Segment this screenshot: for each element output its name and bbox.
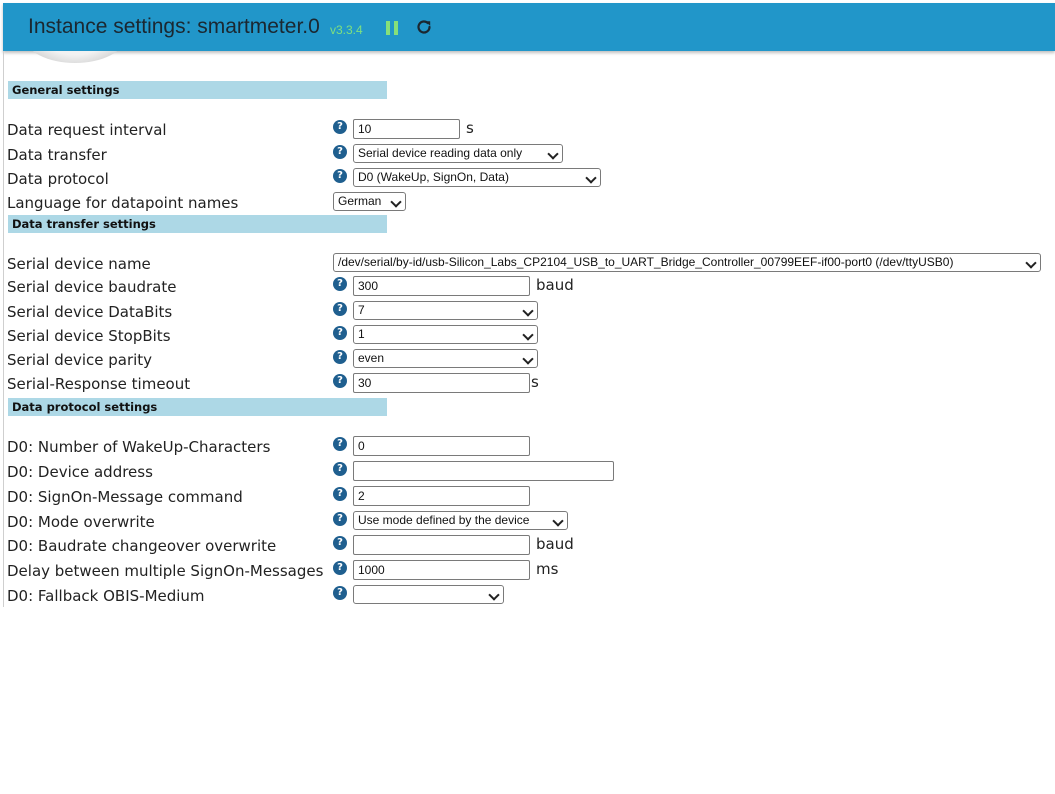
- label-device-address: D0: Device address: [7, 463, 153, 481]
- row-serial-stopbits: Serial device StopBits ? 1: [0, 325, 1055, 347]
- adapter-logo: [3, 51, 157, 65]
- row-data-transfer: Data transfer ? Serial device reading da…: [0, 144, 1055, 166]
- label-data-transfer: Data transfer: [7, 146, 107, 164]
- help-icon[interactable]: ?: [333, 586, 347, 600]
- label-fallback-medium: D0: Fallback OBIS-Medium: [7, 587, 205, 605]
- signon-delay-input[interactable]: 1000: [353, 560, 530, 580]
- label-data-protocol: Data protocol: [7, 170, 109, 188]
- fallback-medium-select[interactable]: [353, 585, 504, 604]
- row-serial-baudrate: Serial device baudrate ? 300 baud: [0, 276, 1055, 298]
- data-request-interval-input[interactable]: 10: [353, 119, 460, 139]
- row-wakeup-characters: D0: Number of WakeUp-Characters ? 0: [0, 436, 1055, 458]
- help-icon[interactable]: ?: [333, 437, 347, 451]
- row-baudrate-changeover: D0: Baudrate changeover overwrite ? baud: [0, 535, 1055, 557]
- label-mode-overwrite: D0: Mode overwrite: [7, 513, 155, 531]
- select-value: Serial device reading data only: [358, 146, 523, 160]
- chevron-down-icon: [390, 196, 402, 208]
- label-serial-databits: Serial device DataBits: [7, 303, 173, 321]
- pause-icon[interactable]: [384, 20, 400, 36]
- chevron-down-icon: [522, 305, 534, 317]
- label-serial-stopbits: Serial device StopBits: [7, 327, 171, 345]
- label-signon-command: D0: SignOn-Message command: [7, 488, 243, 506]
- page-title: Instance settings: smartmeter.0: [28, 15, 320, 38]
- row-signon-delay: Delay between multiple SignOn-Messages ?…: [0, 560, 1055, 582]
- select-value: Use mode defined by the device: [358, 513, 530, 527]
- help-icon[interactable]: ?: [333, 169, 347, 183]
- serial-timeout-input[interactable]: 30: [353, 373, 530, 393]
- section-general-settings: General settings: [8, 81, 387, 99]
- serial-parity-select[interactable]: even: [353, 349, 538, 368]
- row-serial-timeout: Serial-Response timeout ? 30 s: [0, 373, 1055, 395]
- row-mode-overwrite: D0: Mode overwrite ? Use mode defined by…: [0, 511, 1055, 533]
- unit-seconds: s: [466, 119, 474, 137]
- row-serial-device-name: Serial device name /dev/serial/by-id/usb…: [0, 253, 1055, 275]
- version-badge: v3.3.4: [330, 23, 363, 37]
- unit-seconds: s: [531, 373, 539, 391]
- help-icon[interactable]: ?: [333, 277, 347, 291]
- help-icon[interactable]: ?: [333, 462, 347, 476]
- row-language: Language for datapoint names German: [0, 192, 1055, 214]
- label-baudrate-changeover: D0: Baudrate changeover overwrite: [7, 537, 277, 555]
- row-data-request-interval: Data request interval ? 10 s: [0, 119, 1055, 141]
- unit-baud: baud: [536, 535, 574, 553]
- row-serial-parity: Serial device parity ? even: [0, 349, 1055, 371]
- select-value: German: [338, 194, 382, 208]
- chevron-down-icon: [547, 148, 559, 160]
- help-icon[interactable]: ?: [333, 350, 347, 364]
- row-fallback-medium: D0: Fallback OBIS-Medium ?: [0, 585, 1055, 607]
- select-value: 7: [358, 303, 365, 317]
- help-icon[interactable]: ?: [333, 145, 347, 159]
- data-transfer-select[interactable]: Serial device reading data only: [353, 144, 563, 163]
- chevron-down-icon: [552, 515, 564, 527]
- chevron-down-icon: [522, 329, 534, 341]
- select-value: 1: [358, 327, 365, 341]
- reload-icon[interactable]: [414, 17, 434, 37]
- label-serial-device-name: Serial device name: [7, 255, 151, 273]
- help-icon[interactable]: ?: [333, 326, 347, 340]
- serial-baudrate-input[interactable]: 300: [353, 276, 530, 296]
- label-language: Language for datapoint names: [7, 194, 239, 212]
- label-serial-timeout: Serial-Response timeout: [7, 375, 191, 393]
- mode-overwrite-select[interactable]: Use mode defined by the device: [353, 511, 568, 530]
- label-serial-parity: Serial device parity: [7, 351, 153, 369]
- help-icon[interactable]: ?: [333, 302, 347, 316]
- select-value: even: [358, 351, 385, 365]
- wakeup-characters-input[interactable]: 0: [353, 436, 530, 456]
- language-select[interactable]: German: [333, 192, 406, 211]
- row-serial-databits: Serial device DataBits ? 7: [0, 301, 1055, 323]
- row-device-address: D0: Device address ?: [0, 461, 1055, 483]
- signon-command-input[interactable]: 2: [353, 486, 530, 506]
- help-icon[interactable]: ?: [333, 374, 347, 388]
- unit-baud: baud: [536, 276, 574, 294]
- serial-stopbits-select[interactable]: 1: [353, 325, 538, 344]
- help-icon[interactable]: ?: [333, 536, 347, 550]
- serial-device-name-select[interactable]: /dev/serial/by-id/usb-Silicon_Labs_CP210…: [333, 253, 1041, 272]
- select-value: /dev/serial/by-id/usb-Silicon_Labs_CP210…: [338, 255, 954, 269]
- label-wakeup-characters: D0: Number of WakeUp-Characters: [7, 438, 271, 456]
- help-icon[interactable]: ?: [333, 120, 347, 134]
- section-data-protocol-settings: Data protocol settings: [8, 398, 387, 416]
- chevron-down-icon: [1025, 257, 1037, 269]
- label-signon-delay: Delay between multiple SignOn-Messages: [7, 562, 324, 580]
- help-icon[interactable]: ?: [333, 487, 347, 501]
- label-data-request-interval: Data request interval: [7, 121, 167, 139]
- section-data-transfer-settings: Data transfer settings: [8, 215, 387, 233]
- data-protocol-select[interactable]: D0 (WakeUp, SignOn, Data): [353, 168, 601, 187]
- chevron-down-icon: [488, 589, 500, 601]
- device-address-input[interactable]: [353, 461, 614, 481]
- baudrate-changeover-input[interactable]: [353, 535, 530, 555]
- header-bar: Instance settings: smartmeter.0 v3.3.4: [3, 3, 1055, 51]
- chevron-down-icon: [522, 353, 534, 365]
- serial-databits-select[interactable]: 7: [353, 301, 538, 320]
- help-icon[interactable]: ?: [333, 561, 347, 575]
- help-icon[interactable]: ?: [333, 512, 347, 526]
- chevron-down-icon: [585, 172, 597, 184]
- row-signon-command: D0: SignOn-Message command ? 2: [0, 486, 1055, 508]
- row-data-protocol: Data protocol ? D0 (WakeUp, SignOn, Data…: [0, 168, 1055, 190]
- select-value: D0 (WakeUp, SignOn, Data): [358, 170, 509, 184]
- unit-ms: ms: [536, 560, 559, 578]
- label-serial-baudrate: Serial device baudrate: [7, 278, 177, 296]
